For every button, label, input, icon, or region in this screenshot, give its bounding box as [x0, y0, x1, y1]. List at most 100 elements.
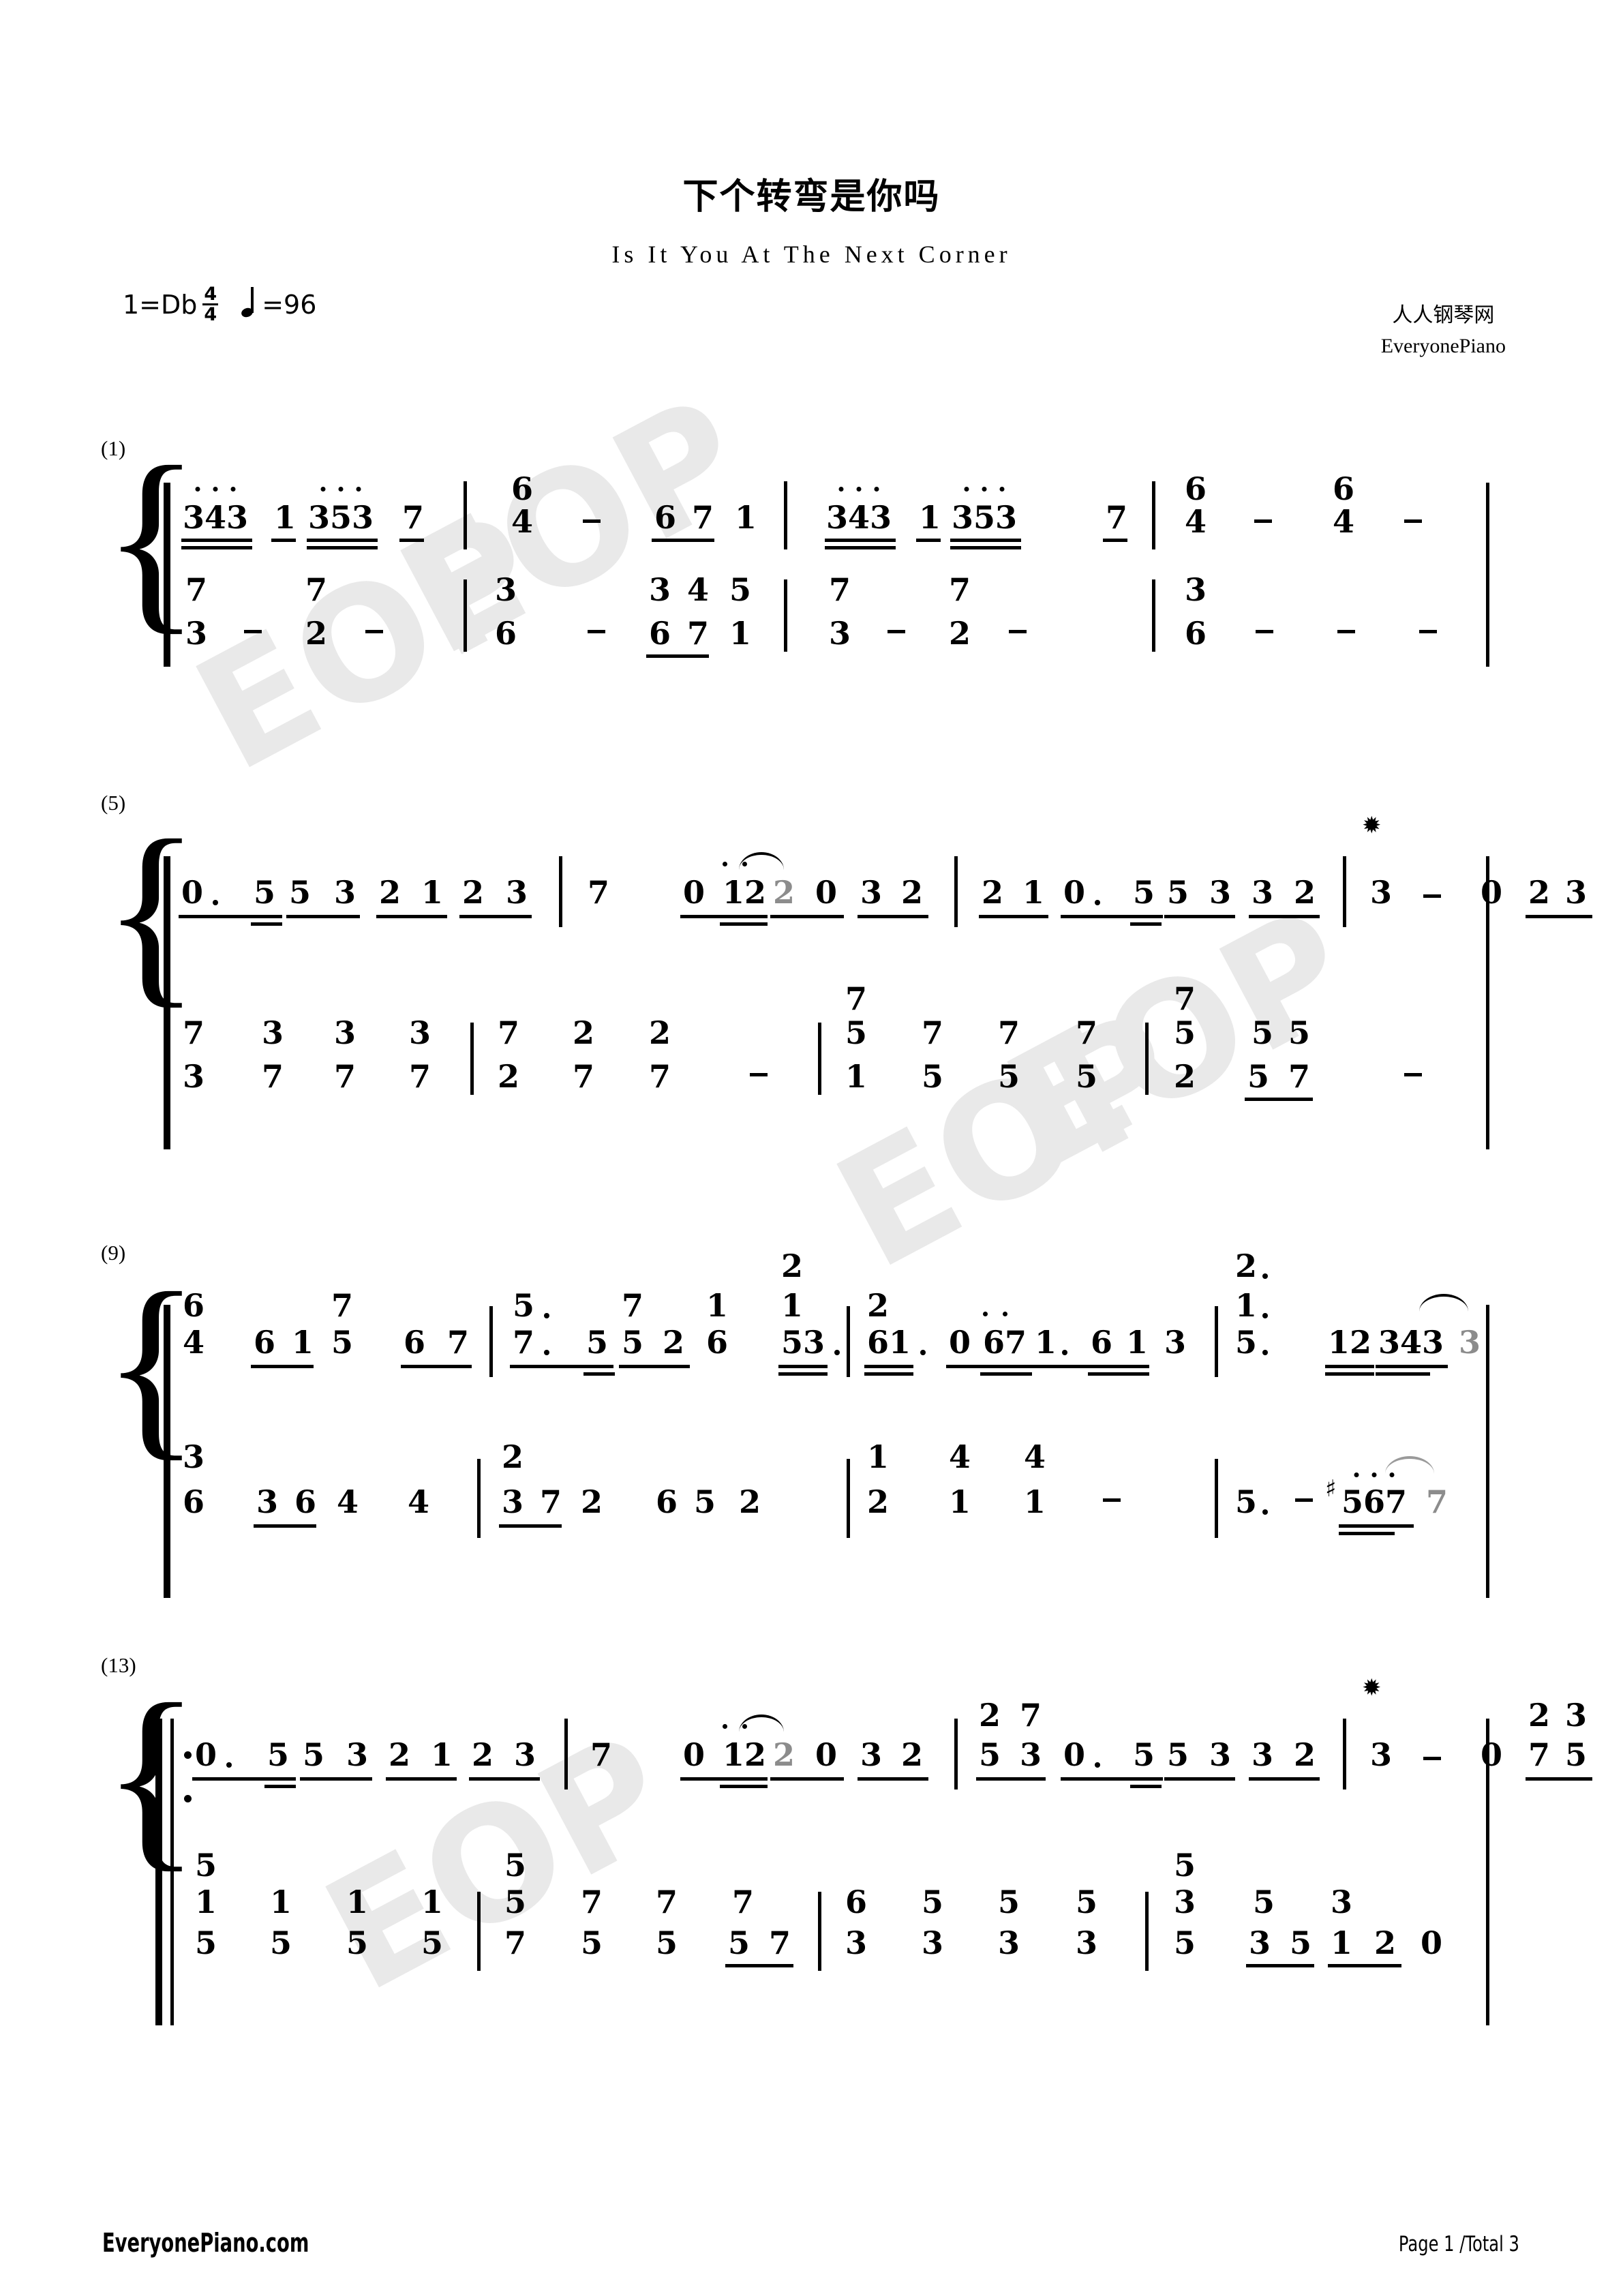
- note: 1: [1035, 1327, 1067, 1358]
- note-chord: 7: [262, 1058, 284, 1095]
- beam: [181, 539, 252, 542]
- note: 3: [1370, 1736, 1393, 1773]
- barline: [818, 1023, 821, 1095]
- note-chord: 7: [922, 1014, 944, 1051]
- note-chord: 3: [409, 1014, 431, 1051]
- beam: [646, 654, 709, 658]
- note-chord: 7: [573, 1058, 595, 1095]
- note-chord: 5: [979, 1736, 1001, 1773]
- note: 6: [656, 1483, 678, 1520]
- key-signature-label: 1=Db: [123, 289, 198, 320]
- note-chord: 7: [331, 1287, 354, 1324]
- note: 5: [267, 1736, 290, 1773]
- note: 7: [590, 1736, 613, 1773]
- beam: [386, 1777, 457, 1781]
- sustain-dash: [888, 630, 905, 633]
- note-chord: 6: [1185, 615, 1207, 652]
- barline: [847, 1459, 850, 1538]
- note: 1: [421, 874, 444, 911]
- note: 343: [183, 487, 248, 533]
- note-chord: 5: [622, 1324, 644, 1361]
- beam: [1246, 1964, 1314, 1967]
- beam: [300, 1777, 372, 1781]
- note-chord: 6: [649, 615, 671, 652]
- note: 2: [901, 874, 924, 911]
- note-chord: 4: [687, 571, 710, 608]
- time-signature-denominator: 4: [204, 304, 217, 325]
- note: 3: [1565, 874, 1588, 911]
- sustain-dash: [1423, 1757, 1441, 1760]
- sustain-dash: [588, 630, 605, 633]
- note: 2: [472, 1736, 494, 1773]
- sustain-dash: [1103, 1498, 1121, 1502]
- beam: [976, 1777, 1046, 1781]
- note-chord: 7: [1020, 1697, 1042, 1734]
- key-and-time-signature: 1=Db 4 4 =96: [123, 285, 316, 324]
- note-chord: 5: [922, 1884, 944, 1920]
- beam: [1376, 1372, 1430, 1376]
- note-chord: 2: [867, 1483, 890, 1520]
- sustain-dash: [365, 630, 383, 633]
- beam: [858, 1777, 928, 1781]
- sustain-dash: [1404, 519, 1422, 523]
- note: 6: [404, 1324, 426, 1361]
- note-chord: 1: [729, 615, 752, 652]
- publisher-credit: 人人钢琴网 EveryonePiano: [1381, 300, 1506, 361]
- beam: [401, 1365, 472, 1368]
- note-chord: 2: [949, 615, 971, 652]
- note-chord: 7: [845, 980, 868, 1017]
- note-chord: 5: [656, 1924, 678, 1961]
- note: 2: [901, 1736, 924, 1773]
- beam: [192, 1777, 296, 1781]
- quarter-note-icon: [241, 286, 259, 318]
- note-chord: 1: [1331, 1924, 1353, 1961]
- sustain-dash: [1254, 519, 1272, 523]
- tie-slur: [739, 1715, 784, 1732]
- beam: [1339, 1532, 1395, 1535]
- note-chord: 3: [502, 1483, 524, 1520]
- beam: [1245, 1098, 1313, 1101]
- note-chord: 5: [346, 1924, 369, 1961]
- note: 12: [1328, 1324, 1372, 1361]
- note: 2: [663, 1324, 685, 1361]
- system-2-bass-row: 7 3 3 7 3 7 3 7 7 2 2 7 2 7 7 5 1 7 5 7 …: [0, 983, 1623, 1132]
- system-3-treble-row: 6 4 6 1 7 5 6 7 5 7 5 7 5 2 1 6 2 1 53 2…: [0, 1250, 1623, 1384]
- tempo-marking: =96: [241, 286, 316, 320]
- note: 5: [303, 1736, 325, 1773]
- note-chord: 5: [270, 1924, 292, 1961]
- sharp-accidental-icon: ♯: [1325, 1475, 1337, 1502]
- beam: [399, 539, 424, 542]
- note-chord: 3: [183, 1058, 205, 1095]
- note: 3: [346, 1736, 369, 1773]
- note-chord: 7: [334, 1058, 357, 1095]
- note: 1: [274, 499, 297, 536]
- barline: [784, 579, 787, 652]
- barline: [464, 481, 467, 549]
- barline: [564, 1719, 568, 1789]
- note-chord: 7: [1288, 1058, 1311, 1095]
- beam: [980, 1372, 1032, 1376]
- note: 1: [735, 499, 757, 536]
- beam: [179, 915, 282, 918]
- beam: [1061, 1777, 1163, 1781]
- sustain-dash: [583, 519, 601, 523]
- beam: [307, 546, 378, 549]
- note-chord: 1: [949, 1483, 971, 1520]
- note-chord: 4: [949, 1438, 971, 1475]
- note: 0: [1481, 1736, 1503, 1773]
- footer-page-indicator: Page 1 /Total 3: [1399, 2232, 1519, 2256]
- beam: [251, 922, 282, 926]
- note-chord: 5: [331, 1324, 354, 1361]
- note: 7: [692, 499, 714, 536]
- note-chord: 2: [979, 1697, 1001, 1734]
- note-chord: 5: [504, 1884, 527, 1920]
- beam: [946, 1365, 1032, 1368]
- system-3: (9) { 6 4 6 1 7 5 6 7 5 7 5 7 5 2 1 6 2 …: [0, 1241, 1623, 1598]
- note: 6: [294, 1483, 317, 1520]
- note-chord: 5: [1174, 1847, 1196, 1884]
- note-chord: 5: [1247, 1058, 1270, 1095]
- note-chord: 7: [504, 1924, 527, 1961]
- beam: [307, 539, 378, 542]
- sustain-dash: [244, 630, 262, 633]
- beam: [720, 922, 768, 926]
